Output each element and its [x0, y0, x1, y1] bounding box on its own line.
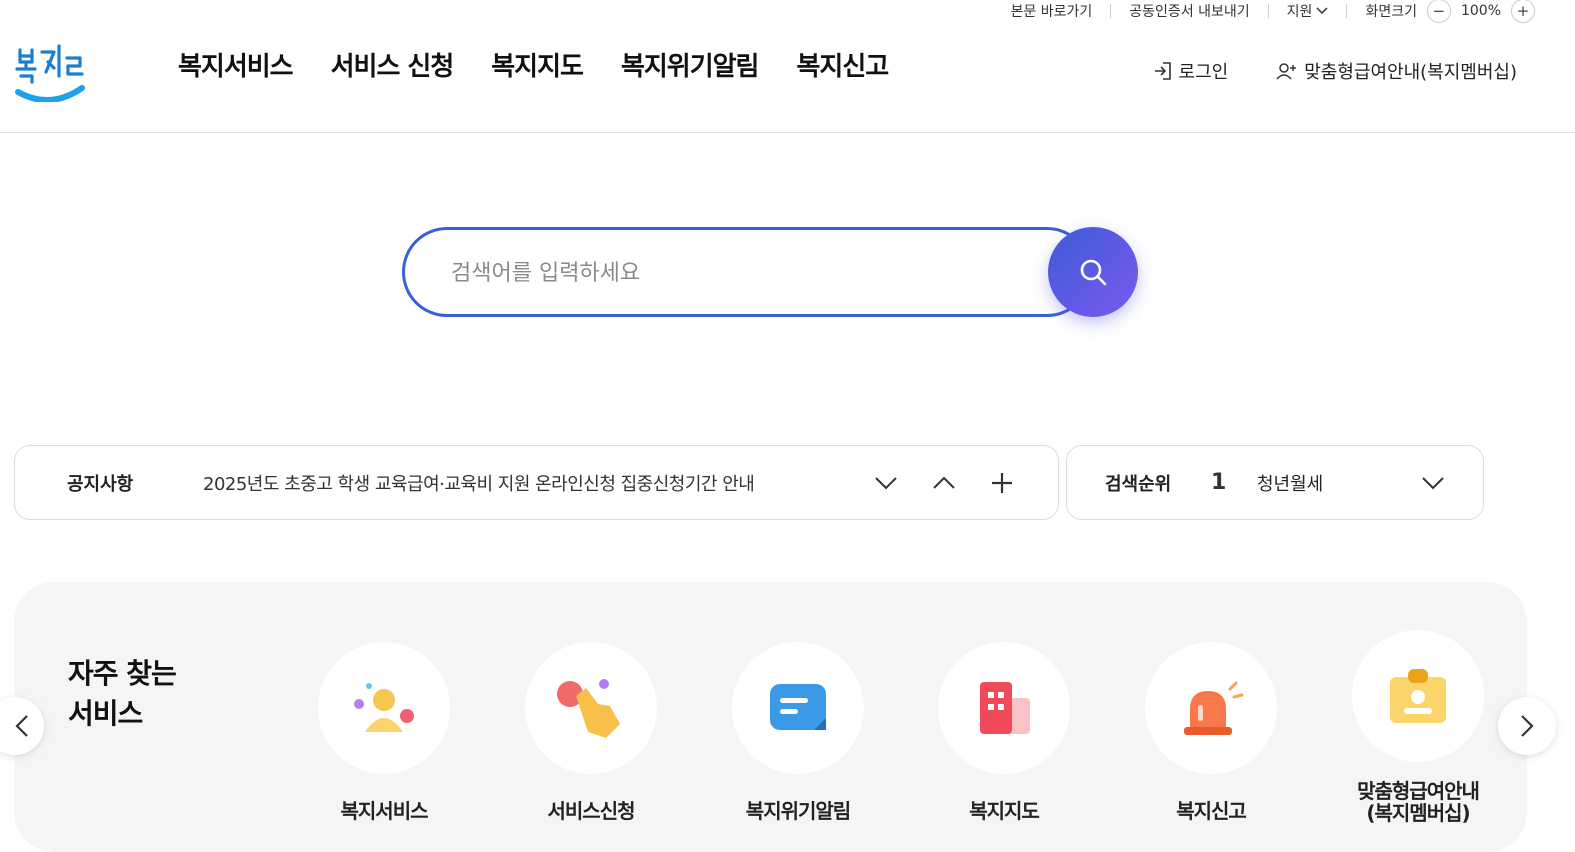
- building-icon: [980, 682, 1030, 734]
- section-title: 자주 찾는 서비스: [68, 654, 177, 734]
- membership-label: 맞춤형급여안내(복지멤버십): [1304, 62, 1517, 83]
- service-icon-circle: [938, 642, 1070, 774]
- service-label: 맞춤형급여안내 (복지멤버십): [1357, 779, 1480, 825]
- zoom-out-button[interactable]: −: [1426, 0, 1451, 23]
- search-ranking: 검색순위 1 청년월세: [1066, 445, 1484, 520]
- bokjiro-logo[interactable]: [12, 32, 92, 104]
- section-title-line2: 서비스: [68, 697, 143, 730]
- nav-crisis-alert[interactable]: 복지위기알림: [621, 46, 760, 83]
- ranking-number: 1: [1211, 470, 1227, 495]
- notice-controls: [874, 471, 1014, 495]
- skip-to-content-link[interactable]: 본문 바로가기: [1011, 1, 1093, 21]
- service-item-welfare[interactable]: 복지서비스: [304, 642, 464, 822]
- chevron-down-icon[interactable]: [874, 476, 898, 490]
- logo-mark: [15, 44, 85, 104]
- message-icon: [770, 684, 826, 730]
- service-label: 복지서비스: [340, 799, 429, 823]
- certificate-export-link[interactable]: 공동인증서 내보내기: [1129, 1, 1249, 21]
- nav-service-application[interactable]: 서비스 신청: [331, 46, 455, 83]
- nav-welfare-service[interactable]: 복지서비스: [178, 46, 294, 83]
- login-label: 로그인: [1178, 62, 1229, 83]
- ranking-title: 검색순위: [1105, 473, 1172, 495]
- people-icon: [354, 683, 414, 732]
- service-icon-circle: [318, 642, 450, 774]
- user-plus-icon: [1276, 63, 1297, 80]
- divider: [1267, 4, 1269, 18]
- plus-icon[interactable]: [990, 471, 1014, 495]
- notice-title: 공지사항: [67, 473, 134, 495]
- zoom-label: 화면크기: [1365, 4, 1417, 20]
- divider: [1346, 4, 1348, 18]
- chevron-up-icon[interactable]: [932, 476, 956, 490]
- divider: [1110, 4, 1112, 18]
- frequent-services-section: 자주 찾는 서비스 복지서비스 서비스신청 복지위기알림 복지지도 복지신고 맞…: [14, 582, 1527, 852]
- service-label: 복지신고: [1176, 799, 1247, 823]
- nav-welfare-map[interactable]: 복지지도: [491, 46, 584, 83]
- service-item-application[interactable]: 서비스신청: [511, 642, 671, 822]
- chevron-left-icon: [15, 715, 28, 737]
- zoom-in-button[interactable]: +: [1511, 0, 1535, 23]
- service-item-map[interactable]: 복지지도: [924, 642, 1084, 822]
- service-icon-circle: [732, 642, 864, 774]
- search-box: [402, 227, 1092, 317]
- membership-link[interactable]: 맞춤형급여안내(복지멤버십): [1276, 58, 1517, 84]
- zoom-value: 100%: [1460, 3, 1501, 19]
- ranking-keyword[interactable]: 청년월세: [1257, 470, 1323, 496]
- service-icon-circle: [1352, 630, 1484, 762]
- zoom-control: 화면크기 − 100% +: [1365, 0, 1535, 23]
- chevron-right-icon: [1521, 715, 1534, 737]
- service-label: 복지위기알림: [745, 799, 851, 823]
- search-input[interactable]: [451, 254, 1011, 292]
- service-icon-circle: [525, 642, 657, 774]
- siren-icon: [1184, 681, 1244, 735]
- chevron-down-icon: [1316, 7, 1329, 15]
- support-dropdown[interactable]: 지원: [1287, 1, 1329, 21]
- service-label-line1: 맞춤형급여안내: [1357, 779, 1480, 803]
- login-link[interactable]: 로그인: [1153, 58, 1229, 84]
- service-label: 복지지도: [969, 799, 1040, 823]
- service-icon-circle: [1145, 642, 1277, 774]
- login-icon: [1154, 62, 1171, 80]
- main-navigation: 복지서비스 서비스 신청 복지지도 복지위기알림 복지신고: [178, 46, 889, 83]
- service-item-membership[interactable]: 맞춤형급여안내 (복지멤버십): [1338, 630, 1498, 824]
- notice-bar: 공지사항 2025년도 초중고 학생 교육급여·교육비 지원 온라인신청 집중신…: [14, 445, 1059, 520]
- chevron-down-icon[interactable]: [1421, 476, 1445, 490]
- notice-text[interactable]: 2025년도 초중고 학생 교육급여·교육비 지원 온라인신청 집중신청기간 안…: [203, 470, 755, 496]
- service-label: 서비스신청: [547, 799, 636, 823]
- carousel-next-button[interactable]: [1498, 697, 1556, 755]
- utility-bar: 본문 바로가기 공동인증서 내보내기 지원 화면크기 − 100% +: [1011, 0, 1535, 23]
- site-header: 복지서비스 서비스 신청 복지지도 복지위기알림 복지신고 로그인 맞춤형급여안…: [0, 22, 1575, 133]
- service-label-line2: (복지멤버십): [1366, 801, 1470, 825]
- search-icon: [1080, 259, 1107, 286]
- header-utilities: 로그인 맞춤형급여안내(복지멤버십): [1153, 58, 1517, 84]
- tap-hand-icon: [557, 679, 620, 738]
- nav-welfare-report[interactable]: 복지신고: [796, 46, 889, 83]
- search-button[interactable]: [1048, 227, 1138, 317]
- section-title-line1: 자주 찾는: [68, 657, 177, 690]
- id-card-icon: [1390, 669, 1446, 723]
- search-area: [402, 227, 1138, 317]
- support-label: 지원: [1286, 4, 1313, 20]
- service-item-crisis-alert[interactable]: 복지위기알림: [718, 642, 878, 822]
- service-item-report[interactable]: 복지신고: [1131, 642, 1291, 822]
